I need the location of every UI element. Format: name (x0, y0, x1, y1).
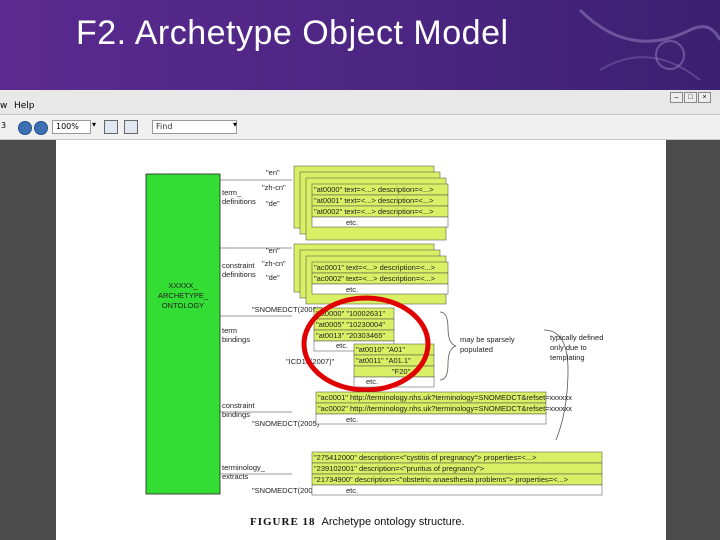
snomed-label-3: "SNOMEDCT(2005)" (252, 486, 322, 495)
figure-caption-text: Archetype ontology structure. (321, 516, 465, 528)
constraint-row-2: "ac0002" text=<...> description=<...> (314, 274, 436, 283)
binding-row-3: "at0013" "20303465" (316, 331, 385, 340)
svg-text:definitions: definitions (222, 197, 256, 206)
close-button[interactable]: × (698, 92, 711, 103)
menu-bar: w Help (0, 90, 720, 115)
cbinding-row-2: "ac0002" http://terminology.nhs.uk?termi… (318, 404, 572, 413)
zoom-select[interactable]: 100% (52, 120, 91, 134)
root-label-1: XXXXX_ (168, 281, 198, 290)
term-row-3: "at0002" text=<...> description=<...> (314, 207, 434, 216)
lang-zhcn-1: "zh-cn" (262, 183, 286, 192)
snomed-label-1: "SNOMEDCT(2005)" (252, 305, 322, 314)
lang-zhcn-2: "zh-cn" (262, 259, 286, 268)
svg-text:etc.: etc. (346, 218, 358, 227)
svg-text:definitions: definitions (222, 270, 256, 279)
next-page-icon[interactable] (34, 121, 48, 135)
lang-en-1: "en" (266, 168, 280, 177)
figure-caption: FIGURE 18 Archetype ontology structure. (250, 516, 465, 528)
cbinding-row-1: "ac0001" http://terminology.nhs.uk?termi… (318, 393, 572, 402)
note-template-2: only due to (550, 343, 587, 352)
find-input[interactable]: Find (152, 120, 237, 134)
slide-banner: F2. Archetype Object Model (0, 0, 720, 90)
icd-row-3: "F20" (392, 367, 411, 376)
figure-caption-label: FIGURE 18 (250, 516, 316, 528)
snomed-label-2: "SNOMEDCT(2005)" (252, 419, 322, 428)
toolbar: 3 100% ▾ Find ▾ (0, 115, 720, 140)
svg-text:etc.: etc. (346, 486, 358, 495)
find-dropdown-icon[interactable]: ▾ (233, 120, 237, 129)
term-row-1: "at0000" text=<...> description=<...> (314, 185, 434, 194)
lang-de-1: "de" (266, 199, 280, 208)
lang-en-2: "en" (266, 246, 280, 255)
svg-text:etc.: etc. (366, 377, 378, 386)
root-label-2: ARCHETYPE_ (158, 291, 209, 300)
zoom-dropdown-icon[interactable]: ▾ (92, 120, 96, 129)
binding-row-2: "at0005" "10230004" (316, 320, 385, 329)
previous-page-icon[interactable] (18, 121, 32, 135)
note-sparse-2: populated (460, 345, 493, 354)
icd-row-2: "at0011" "A01.1" (356, 356, 411, 365)
constraint-bindings-label: constraint (222, 401, 255, 410)
menu-item-view[interactable]: w (0, 101, 7, 111)
document-page: XXXXX_ ARCHETYPE_ ONTOLOGY term_ definit… (56, 140, 666, 540)
page-number-field[interactable]: 3 (1, 121, 6, 130)
terminology-extracts-label: terminology_ (222, 463, 266, 472)
term-bindings-label: term (222, 326, 237, 335)
note-template-1: typically defined (550, 333, 603, 342)
brace-sparse (439, 311, 457, 381)
constraint-definitions-label: constraint (222, 261, 255, 270)
svg-text:etc.: etc. (346, 285, 358, 294)
root-label-3: ONTOLOGY (162, 301, 204, 310)
term-row-2: "at0001" text=<...> description=<...> (314, 196, 434, 205)
note-sparse-1: may be sparsely (460, 335, 515, 344)
fit-width-icon[interactable] (124, 120, 138, 134)
svg-text:extracts: extracts (222, 472, 249, 481)
note-template-3: templating (550, 353, 585, 362)
slide-title: F2. Archetype Object Model (76, 14, 509, 52)
fit-page-icon[interactable] (104, 120, 118, 134)
svg-text:bindings: bindings (222, 335, 250, 344)
svg-text:etc.: etc. (336, 341, 348, 350)
menu-item-help[interactable]: Help (14, 101, 35, 111)
archetype-ontology-diagram: XXXXX_ ARCHETYPE_ ONTOLOGY term_ definit… (145, 165, 603, 496)
svg-text:etc.: etc. (346, 415, 358, 424)
extract-row-3: "21734900" description=<"obstetric anaes… (314, 475, 569, 484)
minimize-button[interactable]: ‒ (670, 92, 683, 103)
extract-row-2: "239102001" description=<"pruritus of pr… (314, 464, 485, 473)
lang-de-2: "de" (266, 273, 280, 282)
stethoscope-decoration (578, 8, 720, 81)
icd-row-1: "at0010" "A01" (356, 345, 405, 354)
ontology-root-block (145, 173, 221, 495)
constraint-row-1: "ac0001" text=<...> description=<...> (314, 263, 436, 272)
maximize-button[interactable]: □ (684, 92, 697, 103)
extract-row-1: "275412000" description=<"cystitis of pr… (314, 453, 537, 462)
svg-text:bindings: bindings (222, 410, 250, 419)
term-definitions-label: term_ (222, 188, 242, 197)
